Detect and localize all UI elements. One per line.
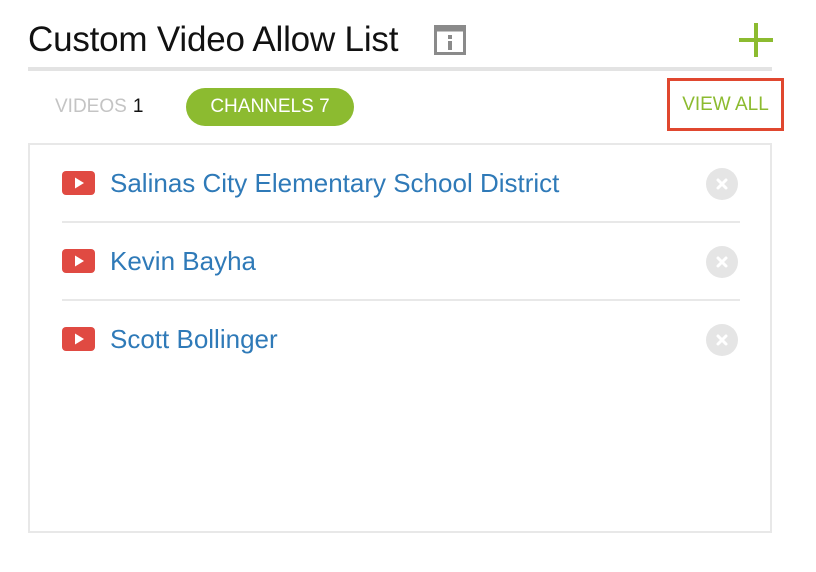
youtube-icon bbox=[62, 171, 95, 195]
channel-list: Salinas City Elementary School District … bbox=[28, 143, 772, 533]
channel-link[interactable]: Salinas City Elementary School District bbox=[110, 165, 559, 201]
channel-link[interactable]: Kevin Bayha bbox=[110, 243, 256, 279]
youtube-icon bbox=[62, 249, 95, 273]
channel-link[interactable]: Scott Bollinger bbox=[110, 321, 278, 357]
tab-videos-count: 1 bbox=[132, 96, 144, 117]
remove-button[interactable] bbox=[706, 168, 738, 200]
list-item: Scott Bollinger bbox=[62, 301, 740, 379]
info-window-icon[interactable] bbox=[434, 25, 466, 55]
view-all-link[interactable]: VIEW ALL bbox=[667, 78, 784, 131]
list-item: Salinas City Elementary School District bbox=[62, 145, 740, 223]
tab-videos[interactable]: VIDEOS 1 bbox=[55, 94, 143, 120]
remove-button[interactable] bbox=[706, 246, 738, 278]
header-divider bbox=[28, 67, 772, 71]
remove-button[interactable] bbox=[706, 324, 738, 356]
tab-channels-label: CHANNELS 7 bbox=[210, 96, 330, 117]
youtube-icon bbox=[62, 327, 95, 351]
list-item: Kevin Bayha bbox=[62, 223, 740, 301]
tab-channels[interactable]: CHANNELS 7 bbox=[186, 88, 354, 126]
page-title: Custom Video Allow List bbox=[28, 20, 399, 59]
plus-icon bbox=[739, 23, 773, 57]
add-channel-button[interactable] bbox=[738, 22, 774, 58]
tab-videos-label: VIDEOS bbox=[55, 96, 127, 117]
